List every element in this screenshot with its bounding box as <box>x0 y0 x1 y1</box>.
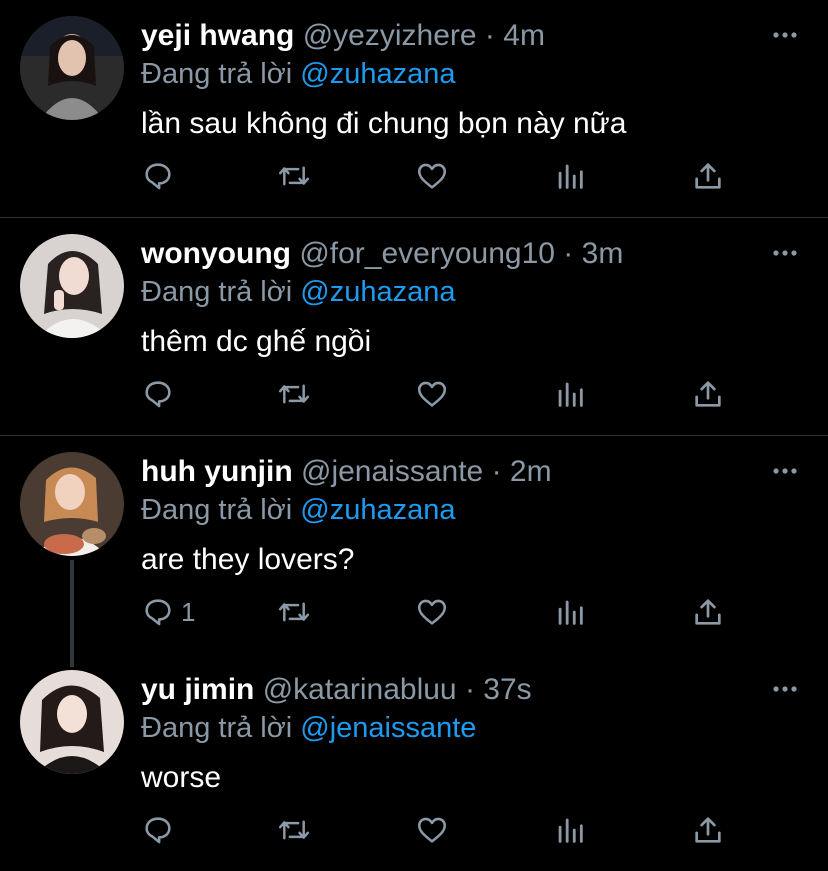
retweet-icon <box>278 820 310 840</box>
replying-to-label: Đang trả lời <box>141 58 301 90</box>
action-bar <box>141 374 741 414</box>
user-handle[interactable]: @for_everyoung10 <box>299 237 555 270</box>
display-name[interactable]: yu jimin <box>141 673 254 706</box>
reply-button[interactable] <box>141 156 181 196</box>
heart-icon <box>417 599 447 625</box>
user-handle[interactable]: @katarinabluu <box>263 673 457 706</box>
tweet[interactable]: yeji hwang @yezyizhere · 4m Đang trả lời… <box>0 0 828 218</box>
retweet-icon <box>278 384 310 404</box>
heart-icon <box>417 163 447 189</box>
like-button[interactable] <box>415 810 449 850</box>
display-name[interactable]: huh yunjin <box>141 455 293 488</box>
reply-button[interactable]: 1 <box>141 592 195 632</box>
replying-to-label: Đang trả lời <box>141 494 301 526</box>
replying-to: Đang trả lời @jenaissante <box>141 710 476 746</box>
tweet-text: lần sau không đi chung bọn này nữa <box>141 107 627 140</box>
analytics-icon <box>558 382 583 407</box>
share-button[interactable] <box>691 374 725 414</box>
timestamp[interactable]: 4m <box>503 19 545 52</box>
display-name[interactable]: yeji hwang <box>141 19 294 52</box>
action-bar <box>141 810 741 850</box>
more-options-icon[interactable] <box>772 676 798 702</box>
replying-to-label: Đang trả lời <box>141 276 301 308</box>
reply-mention-link[interactable]: @zuhazana <box>300 58 455 90</box>
reply-button[interactable] <box>141 810 181 850</box>
separator-dot: · <box>563 237 574 270</box>
reply-mention-link[interactable]: @zuhazana <box>300 276 455 308</box>
tweet-header: yu jimin @katarinabluu · 37s <box>141 672 532 708</box>
like-button[interactable] <box>415 592 449 632</box>
reply-count: 1 <box>181 596 196 627</box>
retweet-button[interactable] <box>276 810 312 850</box>
like-button[interactable] <box>415 156 449 196</box>
tweet-header: huh yunjin @jenaissante · 2m <box>141 454 552 490</box>
analytics-icon <box>558 600 583 625</box>
tweet[interactable]: huh yunjin @jenaissante · 2m Đang trả lờ… <box>0 436 828 654</box>
share-button[interactable] <box>691 156 725 196</box>
separator-dot: · <box>484 19 495 52</box>
timestamp[interactable]: 37s <box>483 673 531 706</box>
display-name[interactable]: wonyoung <box>141 237 291 270</box>
more-options-icon[interactable] <box>772 458 798 484</box>
avatar[interactable] <box>20 16 124 120</box>
reply-mention-link[interactable]: @zuhazana <box>300 494 455 526</box>
analytics-button[interactable] <box>553 810 587 850</box>
share-icon <box>695 381 721 407</box>
tweet-header: yeji hwang @yezyizhere · 4m <box>141 18 545 54</box>
analytics-button[interactable] <box>553 156 587 196</box>
retweet-button[interactable] <box>276 374 312 414</box>
share-icon <box>695 163 721 189</box>
tweet-text: worse <box>141 761 222 794</box>
avatar[interactable] <box>20 670 124 774</box>
more-options-icon[interactable] <box>772 240 798 266</box>
share-button[interactable] <box>691 810 725 850</box>
reply-mention-link[interactable]: @jenaissante <box>300 712 476 744</box>
reply-button[interactable] <box>141 374 181 414</box>
analytics-button[interactable] <box>553 374 587 414</box>
share-button[interactable] <box>691 592 725 632</box>
separator-dot: · <box>491 455 502 488</box>
replying-to-label: Đang trả lời <box>141 712 301 744</box>
action-bar: 1 <box>141 592 741 632</box>
tweet-text: thêm dc ghế ngồi <box>141 325 372 358</box>
tweet-text: are they lovers? <box>141 543 355 576</box>
user-handle[interactable]: @jenaissante <box>301 455 483 488</box>
retweet-button[interactable] <box>276 592 312 632</box>
replying-to: Đang trả lời @zuhazana <box>141 56 455 92</box>
more-options-icon[interactable] <box>772 22 798 48</box>
timestamp[interactable]: 2m <box>510 455 552 488</box>
tweet[interactable]: yu jimin @katarinabluu · 37s Đang trả lờ… <box>0 654 828 871</box>
separator-dot: · <box>464 673 475 706</box>
user-handle[interactable]: @yezyizhere <box>303 19 477 52</box>
retweet-button[interactable] <box>276 156 312 196</box>
like-button[interactable] <box>415 374 449 414</box>
reply-icon <box>145 163 171 190</box>
analytics-icon <box>558 818 583 843</box>
retweet-icon <box>278 166 310 186</box>
replying-to: Đang trả lời @zuhazana <box>141 274 455 310</box>
tweet[interactable]: wonyoung @for_everyoung10 · 3m Đang trả … <box>0 218 828 436</box>
reply-icon <box>145 599 171 626</box>
heart-icon <box>417 381 447 407</box>
analytics-button[interactable] <box>553 592 587 632</box>
action-bar <box>141 156 741 196</box>
retweet-icon <box>278 602 310 622</box>
analytics-icon <box>558 164 583 189</box>
avatar[interactable] <box>20 234 124 338</box>
timestamp[interactable]: 3m <box>582 237 624 270</box>
tweet-header: wonyoung @for_everyoung10 · 3m <box>141 236 623 272</box>
reply-icon <box>145 817 171 844</box>
avatar[interactable] <box>20 452 124 556</box>
heart-icon <box>417 817 447 843</box>
replying-to: Đang trả lời @zuhazana <box>141 492 455 528</box>
reply-icon <box>145 381 171 408</box>
share-icon <box>695 599 721 625</box>
share-icon <box>695 817 721 843</box>
